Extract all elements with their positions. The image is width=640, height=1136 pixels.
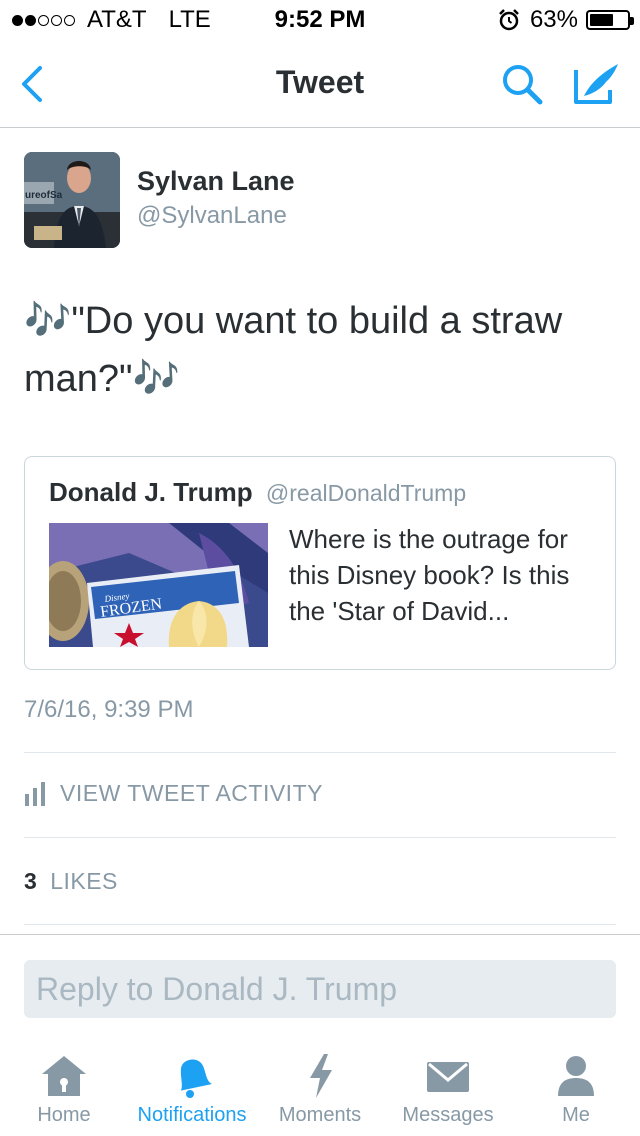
lightning-icon [310, 1054, 332, 1098]
status-right: 63% [498, 6, 634, 34]
view-tweet-activity-label: VIEW TWEET ACTIVITY [60, 780, 323, 806]
quoted-author-name: Donald J. Trump [49, 477, 253, 507]
alarm-clock-icon [499, 9, 519, 31]
home-icon [42, 1056, 86, 1096]
tab-bar: Home Notifications Moments Messages Me [0, 1040, 640, 1136]
tab-me[interactable]: Me [512, 1040, 640, 1136]
bell-icon [180, 1059, 213, 1098]
tab-label-messages: Messages [402, 1104, 494, 1126]
author-handle[interactable]: @SylvanLane [137, 202, 287, 230]
reply-input[interactable] [36, 960, 606, 1018]
quoted-tweet-text: Where is the outrage for this Disney boo… [289, 524, 570, 626]
divider [24, 752, 616, 753]
likes-label: LIKES [50, 868, 118, 894]
nav-bar: Tweet [0, 40, 640, 128]
likes-count: 3 [24, 868, 38, 894]
envelope-icon [427, 1062, 469, 1092]
tweet-timestamp: 7/6/16, 9:39 PM [24, 696, 194, 723]
battery-percent: 63% [529, 6, 578, 33]
tab-messages[interactable]: Messages [384, 1040, 512, 1136]
compose-icon[interactable] [570, 60, 622, 108]
tab-home[interactable]: Home [0, 1040, 128, 1136]
tab-notifications[interactable]: Notifications [128, 1040, 256, 1136]
battery-icon [586, 10, 634, 30]
battery-fill [590, 14, 613, 26]
tweet-text: 🎶"Do you want to build a straw man?"🎶 [24, 300, 563, 400]
likes-row[interactable]: 3 LIKES [24, 868, 118, 895]
avatar[interactable]: ureofSa [24, 152, 120, 248]
quoted-tweet-card[interactable]: Donald J. Trump @realDonaldTrump Disney … [24, 456, 616, 670]
divider [24, 924, 616, 925]
quoted-tweet-author: Donald J. Trump @realDonaldTrump [49, 477, 466, 508]
tab-moments[interactable]: Moments [256, 1040, 384, 1136]
author-name[interactable]: Sylvan Lane [137, 166, 295, 197]
quoted-tweet-image[interactable]: Disney FROZEN [49, 523, 268, 647]
person-icon [558, 1056, 594, 1096]
tab-label-moments: Moments [278, 1104, 362, 1126]
reply-divider [0, 934, 640, 935]
search-icon[interactable] [498, 60, 546, 108]
quoted-author-handle: @realDonaldTrump [265, 480, 467, 506]
bar-chart-icon [25, 781, 45, 806]
divider [24, 837, 616, 838]
tab-label-notifications: Notifications [137, 1104, 247, 1126]
view-tweet-activity-button[interactable]: VIEW TWEET ACTIVITY [24, 780, 323, 807]
tab-label-me: Me [562, 1104, 590, 1126]
reply-box[interactable] [24, 960, 616, 1018]
status-bar: AT&T LTE 9:52 PM 63% [0, 0, 640, 40]
tab-label-home: Home [37, 1104, 91, 1126]
svg-text:ureofSa: ureofSa [25, 190, 63, 201]
